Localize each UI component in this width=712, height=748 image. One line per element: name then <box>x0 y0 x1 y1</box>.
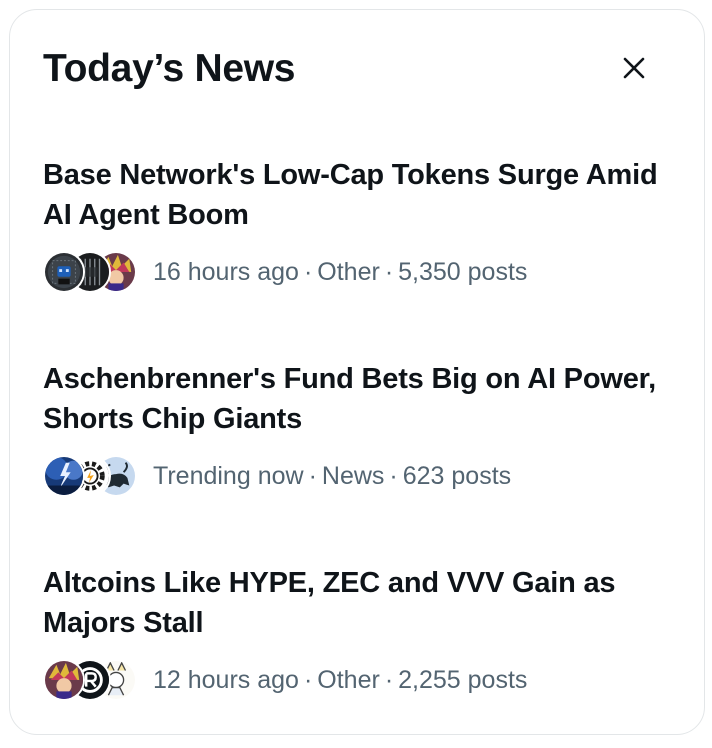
news-time: 12 hours ago <box>153 665 299 694</box>
news-meta: 16 hours ago · Other · 5,350 posts <box>153 258 527 287</box>
avatar-group <box>43 657 139 703</box>
news-category: Other <box>317 665 380 694</box>
meta-separator: · <box>384 257 394 286</box>
news-item[interactable]: Altcoins Like HYPE, ZEC and VVV Gain as … <box>43 563 663 704</box>
news-meta-row: 16 hours ago · Other · 5,350 posts <box>43 248 663 296</box>
news-headline: Base Network's Low-Cap Tokens Surge Amid… <box>43 159 658 231</box>
news-post-count: 5,350 posts <box>398 257 528 286</box>
meta-separator: · <box>384 665 394 694</box>
news-meta-row: 12 hours ago · Other · 2,255 posts <box>43 656 663 704</box>
avatar-group <box>43 453 139 499</box>
close-button[interactable] <box>614 48 654 88</box>
news-item[interactable]: Aschenbrenner's Fund Bets Big on AI Powe… <box>43 359 663 500</box>
news-meta-row: Trending now · News · 623 posts <box>43 452 663 500</box>
news-post-count: 623 posts <box>402 461 512 490</box>
news-meta: Trending now · News · 623 posts <box>153 462 511 491</box>
meta-separator: · <box>303 257 313 286</box>
todays-news-panel: Today’s News Base Network's Low-Cap Toke… <box>9 9 705 735</box>
meta-separator: · <box>389 461 398 490</box>
news-time: Trending now <box>153 461 304 490</box>
avatar-group <box>43 249 139 295</box>
news-item[interactable]: Base Network's Low-Cap Tokens Surge Amid… <box>43 155 663 296</box>
dark-robot-avatar <box>43 251 85 293</box>
news-post-count: 2,255 posts <box>398 665 528 694</box>
news-time: 16 hours ago <box>153 257 299 286</box>
news-category: Other <box>317 257 380 286</box>
panel-title: Today’s News <box>43 47 296 90</box>
panel-header: Today’s News <box>43 44 674 94</box>
meta-separator: · <box>303 665 313 694</box>
anime-character-avatar <box>43 659 85 701</box>
meta-separator: · <box>308 461 317 490</box>
close-icon <box>623 57 645 79</box>
news-headline: Aschenbrenner's Fund Bets Big on AI Powe… <box>43 363 656 435</box>
news-category: News <box>321 461 385 490</box>
lightning-storm-avatar <box>43 455 85 497</box>
news-meta: 12 hours ago · Other · 2,255 posts <box>153 666 527 695</box>
news-headline: Altcoins Like HYPE, ZEC and VVV Gain as … <box>43 567 616 639</box>
